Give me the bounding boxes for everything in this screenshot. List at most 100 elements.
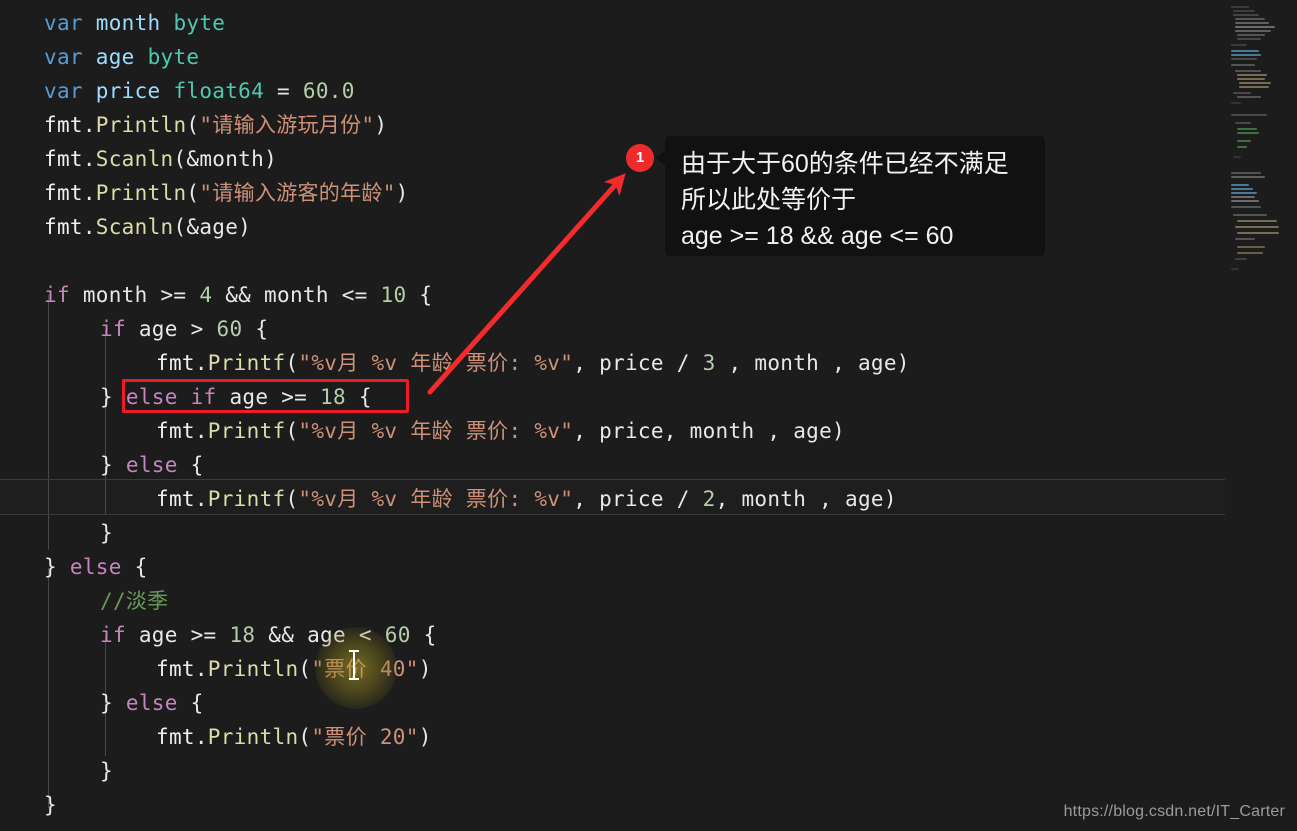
code-token: } [44,793,57,817]
text-caret [349,650,359,680]
callout-line-3: age >= 18 && age <= 60 [681,222,954,250]
minimap-line [1235,122,1251,124]
editor-minimap[interactable] [1225,0,1297,831]
code-token: , price / [573,487,703,511]
minimap-line [1231,196,1255,198]
code-editor-area[interactable]: var month byte var age byte var price floa… [0,0,1225,831]
code-line[interactable]: if month >= 4 && month <= 10 { [44,278,432,312]
minimap-line [1237,74,1267,76]
code-token: if [100,317,126,341]
code-token: , month , age) [715,487,897,511]
code-line[interactable]: } [100,754,113,788]
callout-line-1: 由于大于60的条件已经不满足 [681,150,1009,178]
code-line[interactable]: var age byte [44,40,199,74]
code-token: = [264,79,303,103]
minimap-line [1231,192,1257,194]
code-line[interactable]: } [100,516,113,550]
code-token: 18 [229,623,256,647]
code-token: var [44,11,83,35]
code-token: byte [147,45,200,69]
code-line[interactable]: } [44,788,57,822]
code-token: . [194,657,208,681]
code-line[interactable]: fmt.Printf("%v月 %v 年龄 票价: %v", price / 2… [156,482,897,516]
minimap-line [1231,50,1259,52]
callout-badge-1[interactable]: 1 [626,144,654,172]
callout-tooltip: 由于大于60的条件已经不满足 所以此处等价于 age >= 18 && age … [665,136,1045,256]
watermark: https://blog.csdn.net/IT_Carter [1063,803,1285,820]
code-token: , price / [573,351,703,375]
code-line[interactable]: if age >= 18 && age < 60 { [100,618,437,652]
minimap-line [1237,252,1263,254]
code-token: . [194,487,208,511]
code-token: float64 [173,79,265,103]
minimap-line [1231,6,1249,8]
code-line[interactable]: fmt.Scanln(&month) [44,142,277,176]
code-line[interactable]: fmt.Println("票价 40") [156,652,432,686]
minimap-line [1237,34,1265,36]
code-line[interactable]: } else { [100,686,204,720]
code-line[interactable]: fmt.Scanln(&age) [44,210,251,244]
minimap-line [1231,188,1253,190]
code-token: (&month) [173,147,278,171]
code-line[interactable]: fmt.Println("请输入游客的年龄") [44,176,409,210]
code-token: var [44,45,83,69]
code-token: Scanln [95,215,174,239]
code-line[interactable]: } else { [44,550,148,584]
minimap-line [1233,92,1251,94]
minimap-line [1231,102,1241,104]
minimap-line [1231,114,1267,116]
code-line[interactable]: var price float64 = 60.0 [44,74,355,108]
code-token: . [194,419,208,443]
minimap-line [1237,140,1251,142]
code-token: month >= [69,283,200,307]
minimap-line [1235,238,1255,240]
code-token: . [82,147,96,171]
minimap-line [1231,176,1265,178]
code-token: { [177,691,204,715]
code-line[interactable]: fmt.Println("请输入游玩月份") [44,108,387,142]
code-token: { [242,317,269,341]
code-token: fmt [156,351,195,375]
code-token: else [125,691,178,715]
code-token: && age < [255,623,385,647]
code-token: Scanln [95,147,174,171]
minimap-line [1233,10,1255,12]
code-token: Printf [207,419,286,443]
code-token: month [82,11,174,35]
code-token: { [410,623,437,647]
indent-guide [48,568,49,808]
code-token: } [100,759,113,783]
code-token: . [82,113,96,137]
minimap-line [1231,206,1261,208]
code-token: 3 [702,351,716,375]
minimap-line [1235,70,1261,72]
code-line[interactable]: fmt.Println("票价 20") [156,720,432,754]
code-token: } [100,691,126,715]
code-token: 10 [380,283,407,307]
code-line[interactable]: //淡季 [100,584,169,618]
code-token: (&age) [173,215,252,239]
code-token: Println [95,113,187,137]
code-token: else [69,555,122,579]
code-token: . [82,215,96,239]
code-line[interactable]: if age > 60 { [100,312,268,346]
minimap-line [1233,214,1267,216]
code-token: "请输入游客的年龄" [199,181,396,205]
code-line[interactable]: fmt.Printf("%v月 %v 年龄 票价: %v", price / 3… [156,346,910,380]
code-token: . [194,351,208,375]
code-line[interactable]: fmt.Printf("%v月 %v 年龄 票价: %v", price, mo… [156,414,845,448]
code-token: "%v月 %v 年龄 票价: %v" [298,351,574,375]
code-token: ) [395,181,409,205]
minimap-line [1231,64,1255,66]
minimap-line [1237,146,1247,148]
code-token: "%v月 %v 年龄 票价: %v" [298,487,574,511]
code-token: , month , age) [715,351,910,375]
minimap-line [1237,128,1257,130]
minimap-line [1233,156,1241,158]
code-token: ( [186,181,200,205]
code-line[interactable]: var month byte [44,6,225,40]
code-token: "票价 20" [311,725,419,749]
code-token: ( [186,113,200,137]
code-token: "票价 40" [311,657,419,681]
code-line[interactable]: } else { [100,448,204,482]
